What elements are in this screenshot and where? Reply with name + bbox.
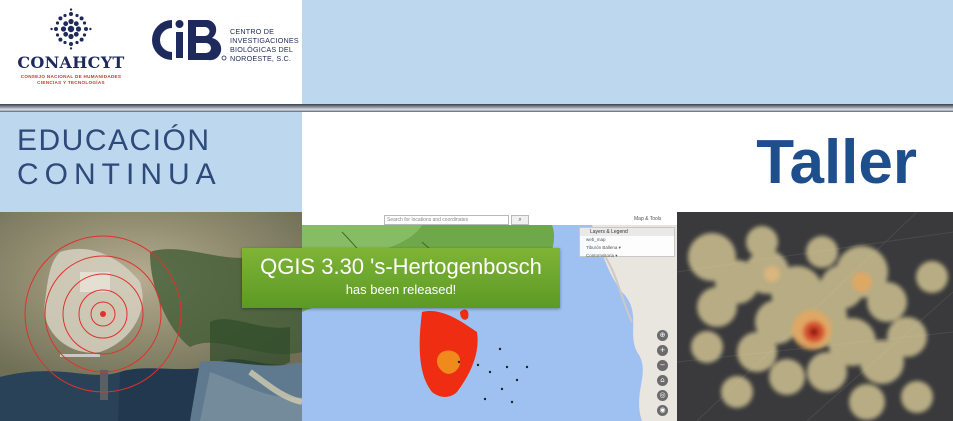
education-panel: EDUCACIÓN CONTINUA [0,112,302,212]
layers-row: Contornsitoria ▾ [586,253,618,258]
map-zoom-button: ⌂ [657,375,668,386]
map-zoom-button: ⊕ [657,330,668,341]
qgis-release-banner: QGIS 3.30 's-Hertogenbosch has been rele… [242,248,560,308]
map-zoom-button: ◉ [657,405,668,416]
satellite-image [0,212,302,421]
map-zoom-button: − [657,360,668,371]
layers-legend-title: Layers & Legend [580,228,674,236]
banner-title: QGIS 3.30 's-Hertogenbosch [260,254,542,279]
banner-subtitle: has been released! [345,282,457,297]
header-divider [0,104,953,112]
layers-row: web_map [586,237,606,242]
cibnor-line: INVESTIGACIONES [230,36,299,45]
cibnor-line: CENTRO DE [230,27,275,36]
map-tools-label: Map & Tools [634,216,662,222]
map-search-icon: ⌕ [511,215,529,225]
map-zoom-button: ◎ [657,390,668,401]
cibnor-logo-icon [152,20,227,61]
top-color-band [302,0,953,104]
education-title-line1: EDUCACIÓN [17,124,211,157]
cibnor-logo-text: CENTRO DE INVESTIGACIONES BIOLÓGICAS DEL… [230,27,302,63]
conahcyt-emblem-icon [50,8,92,50]
layers-row: Tiburón Ballena ▾ [586,245,621,250]
layers-legend-panel: Layers & Legend web_map Tiburón Ballena … [579,227,675,258]
cibnor-line: NOROESTE, S.C. [230,54,292,63]
cibnor-line: BIOLÓGICAS DEL [230,45,294,54]
conahcyt-logo-text: CONAHCYT [17,53,125,72]
map-zoom-button: + [657,345,668,356]
headline-taller: Taller [756,128,917,197]
map-search-input: Search for locations and coordinates [384,215,509,225]
logo-panel: CONAHCYT CONSEJO NACIONAL DE HUMANIDADES… [0,0,302,104]
heatmap-image [677,212,953,421]
education-title-line2: CONTINUA [17,158,222,191]
conahcyt-logo-subtitle: CONSEJO NACIONAL DE HUMANIDADES CIENCIAS… [20,74,122,85]
